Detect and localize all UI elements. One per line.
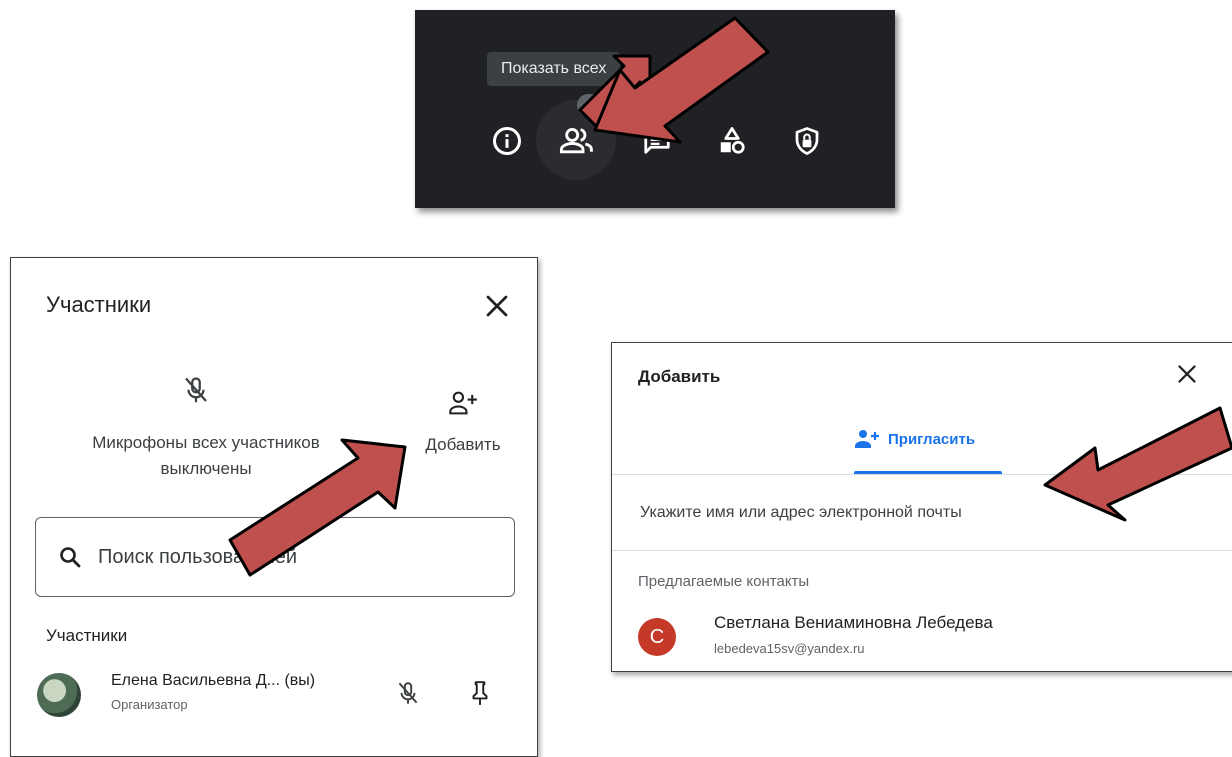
contact-email: lebedeva15sv@yandex.ru xyxy=(714,641,865,656)
tab-invite-label: Пригласить xyxy=(888,430,976,448)
participant-role: Организатор xyxy=(111,697,188,712)
panel-title: Участники xyxy=(46,292,152,317)
info-icon xyxy=(493,127,521,155)
chat-button[interactable] xyxy=(635,119,679,163)
name-or-email-input[interactable] xyxy=(638,503,1202,523)
participant-row[interactable]: Елена Васильевна Д... (вы) Организатор xyxy=(37,670,527,730)
mic-off-icon xyxy=(181,374,211,413)
add-people-button[interactable]: Добавить xyxy=(403,390,523,455)
participants-section-label: Участники xyxy=(46,626,128,645)
close-participants-button[interactable] xyxy=(479,288,515,324)
people-icon xyxy=(559,128,593,154)
participants-count-badge: 1 xyxy=(577,94,603,116)
contact-name: Светлана Вениаминовна Лебедева xyxy=(714,613,993,632)
search-users-input[interactable] xyxy=(96,544,480,570)
show-everyone-button[interactable] xyxy=(555,119,599,163)
pin-icon xyxy=(472,681,488,705)
contact-avatar: С xyxy=(638,618,676,656)
participant-name: Елена Васильевна Д... (вы) xyxy=(111,672,316,689)
suggested-contacts-label: Предлагаемые контакты xyxy=(638,573,810,590)
add-people-dialog: Добавить Пригласить Предлагаемые контакт… xyxy=(611,342,1232,672)
pin-button[interactable] xyxy=(467,678,493,713)
dialog-title: Добавить xyxy=(638,367,721,386)
host-controls-button[interactable] xyxy=(785,119,829,163)
participants-panel: Участники Микрофоны всех участников выкл… xyxy=(10,257,538,757)
avatar xyxy=(37,673,81,717)
add-person-icon xyxy=(855,430,879,448)
activities-icon xyxy=(720,127,745,154)
chat-icon xyxy=(644,128,670,154)
close-dialog-button[interactable] xyxy=(1172,359,1202,389)
host-controls-icon xyxy=(795,127,819,155)
participant-mic-off-icon xyxy=(395,680,421,713)
divider xyxy=(612,474,1232,475)
search-box[interactable] xyxy=(35,517,515,597)
search-icon xyxy=(60,547,81,568)
mic-status-text: Микрофоны всех участников выключены xyxy=(92,433,320,478)
close-icon xyxy=(1178,365,1196,383)
meeting-toolbar: Показать всех 1 xyxy=(415,10,895,208)
activities-button[interactable] xyxy=(710,119,754,163)
close-icon xyxy=(486,295,508,317)
tab-invite[interactable]: Пригласить xyxy=(854,429,975,449)
divider xyxy=(612,550,1232,551)
contact-item[interactable]: С Светлана Вениаминовна Лебедева lebedev… xyxy=(638,613,1198,663)
meeting-details-button[interactable] xyxy=(485,119,529,163)
show-everyone-tooltip: Показать всех xyxy=(487,52,621,86)
add-person-icon xyxy=(449,391,477,415)
add-label: Добавить xyxy=(425,435,501,454)
